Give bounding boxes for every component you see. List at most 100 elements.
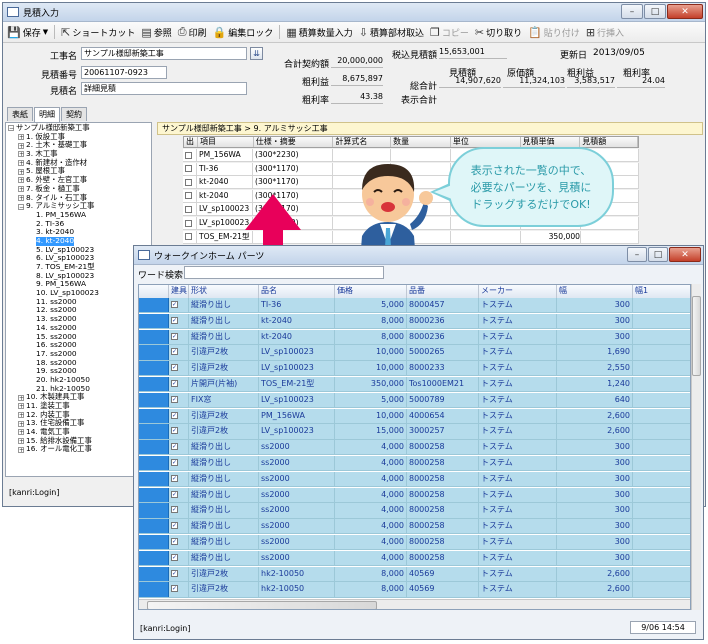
toolbar-button-3[interactable]: ⎙ 印刷 bbox=[178, 25, 207, 39]
checkbox[interactable]: ✓ bbox=[171, 364, 178, 372]
parts-cell-price[interactable]: 4,000 bbox=[335, 487, 407, 502]
parts-cell-code[interactable]: 40569 bbox=[407, 566, 479, 581]
parts-cell-name[interactable]: LV_sp100023 bbox=[259, 424, 335, 439]
parts-cell-code[interactable]: 8000258 bbox=[407, 456, 479, 471]
parts-grid[interactable]: 建具 形状 品名 価格 品番 メーカー幅幅1 ✓ 縦滑り出し TI-36 5,000 800045… bbox=[138, 284, 691, 610]
checkbox[interactable]: ✓ bbox=[171, 538, 178, 545]
row-header[interactable] bbox=[139, 440, 169, 455]
row-header[interactable] bbox=[139, 519, 169, 534]
parts-cell-name[interactable]: TI-36 bbox=[259, 298, 335, 313]
parts-cell-shape[interactable]: 引違戸2枚 bbox=[189, 361, 259, 376]
parts-cell-code[interactable]: 40569 bbox=[407, 582, 479, 597]
parts-row[interactable]: ✓ 片開戸(片袖) TOS_EM-21型 350,000 Tos1000EM21 トステム… bbox=[139, 377, 690, 393]
parts-cell-check[interactable]: ✓ bbox=[169, 329, 189, 344]
parts-row[interactable]: ✓ FIX窓 LV_sp100023 5,000 5000789 トステム 640 bbox=[139, 392, 690, 409]
row-header[interactable] bbox=[139, 487, 169, 502]
parts-cell-check[interactable]: ✓ bbox=[169, 535, 189, 550]
hscroll-thumb[interactable] bbox=[147, 601, 377, 609]
checkbox[interactable]: ✓ bbox=[171, 490, 178, 498]
parts-cell-width[interactable]: 2,550 bbox=[557, 361, 633, 376]
parts-cell-maker[interactable]: トステム bbox=[479, 456, 557, 471]
parts-cell-name[interactable]: ss2000 bbox=[259, 456, 335, 471]
expand-icon[interactable]: + bbox=[18, 394, 24, 401]
parts-cell-check[interactable]: ✓ bbox=[169, 392, 189, 408]
parts-cell-price[interactable]: 4,000 bbox=[335, 550, 407, 566]
parts-row[interactable]: ✓ 縦滑り出し ss2000 4,000 8000258 トステム 300 bbox=[139, 487, 690, 503]
checkbox[interactable]: ✓ bbox=[171, 522, 178, 530]
detail-col-header[interactable]: 単位 bbox=[451, 137, 521, 147]
parts-cell-code[interactable]: 8000457 bbox=[407, 298, 479, 313]
parts-cell-maker[interactable]: トステム bbox=[479, 424, 557, 439]
checkbox[interactable]: ✓ bbox=[171, 380, 178, 387]
parts-cell-code[interactable]: 8000233 bbox=[407, 361, 479, 376]
parts-cell-width1[interactable] bbox=[633, 409, 690, 423]
toolbar-button-7[interactable]: ❐ コピー bbox=[430, 26, 469, 39]
parts-cell-check[interactable]: ✓ bbox=[169, 424, 189, 439]
parts-cell-width[interactable]: 300 bbox=[557, 471, 633, 487]
expand-icon[interactable]: + bbox=[18, 134, 24, 141]
parts-row[interactable]: ✓ 引違戸2枚 PM_156WA 10,000 4000654 トステム 2,600 bbox=[139, 408, 690, 424]
parts-cell-check[interactable]: ✓ bbox=[169, 487, 189, 502]
tree-node[interactable]: 17. ss2000 bbox=[8, 349, 151, 359]
parts-cell-name[interactable]: kt-2040 bbox=[259, 329, 335, 344]
parts-cell-width1[interactable] bbox=[633, 582, 690, 596]
parts-cell-width1[interactable] bbox=[633, 567, 690, 581]
parts-col-header[interactable]: 品名 bbox=[259, 285, 335, 298]
minimize-button[interactable]: – bbox=[627, 247, 647, 262]
parts-cell-name[interactable]: ss2000 bbox=[259, 440, 335, 455]
parts-cell-width[interactable]: 1,240 bbox=[557, 377, 633, 392]
parts-cell-width1[interactable] bbox=[633, 314, 690, 328]
parts-cell-shape[interactable]: 縦滑り出し bbox=[189, 535, 259, 550]
parts-cell-width[interactable]: 2,600 bbox=[557, 408, 633, 423]
tree-node[interactable]: 3. kt-2040 bbox=[8, 228, 151, 237]
chevron-down-icon[interactable]: ▼ bbox=[43, 28, 48, 36]
detail-col-header[interactable]: 項目 bbox=[198, 137, 254, 147]
parts-cell-code[interactable]: 8000258 bbox=[407, 519, 479, 534]
row-header[interactable] bbox=[139, 313, 169, 329]
detail-cell-item[interactable]: kt-2040 bbox=[197, 176, 253, 189]
parts-cell-name[interactable]: ss2000 bbox=[259, 519, 335, 534]
parts-cell-shape[interactable]: 縦滑り出し bbox=[189, 519, 259, 534]
tree-node[interactable]: 13. ss2000 bbox=[8, 314, 151, 324]
parts-row[interactable]: ✓ 縦滑り出し TI-36 5,000 8000457 トステム 300 bbox=[139, 298, 690, 314]
tab-2[interactable]: 契約 bbox=[61, 107, 87, 121]
parts-cell-price[interactable]: 4,000 bbox=[335, 519, 407, 534]
checkbox[interactable] bbox=[185, 165, 192, 173]
parts-cell-width[interactable]: 300 bbox=[557, 535, 633, 550]
row-header[interactable] bbox=[139, 456, 169, 471]
row-header[interactable] bbox=[139, 471, 169, 487]
project-picker-button[interactable]: ⇊ bbox=[250, 47, 263, 60]
parts-cell-width1[interactable] bbox=[633, 519, 690, 533]
tree-node[interactable]: 16. ss2000 bbox=[8, 340, 151, 350]
parts-cell-name[interactable]: LV_sp100023 bbox=[259, 361, 335, 376]
checkbox[interactable] bbox=[185, 219, 192, 227]
detail-cell-check[interactable] bbox=[183, 217, 197, 229]
detail-cell-item[interactable]: TOS_EM-21型 bbox=[197, 230, 253, 243]
parts-cell-width1[interactable] bbox=[633, 345, 690, 359]
parts-cell-code[interactable]: 5000265 bbox=[407, 345, 479, 360]
parts-cell-code[interactable]: 8000258 bbox=[407, 503, 479, 518]
parts-cell-shape[interactable]: FIX窓 bbox=[189, 392, 259, 408]
checkbox[interactable] bbox=[185, 205, 192, 213]
parts-cell-width1[interactable] bbox=[633, 298, 690, 312]
tree-node[interactable]: +16. オール電化工事 bbox=[8, 445, 151, 454]
parts-cell-code[interactable]: 4000654 bbox=[407, 408, 479, 423]
detail-cell-check[interactable] bbox=[183, 203, 197, 216]
tree-node[interactable]: 11. ss2000 bbox=[8, 297, 151, 307]
detail-cell-price[interactable]: 350,000 bbox=[521, 230, 581, 243]
maximize-button[interactable]: □ bbox=[648, 247, 668, 262]
project-field[interactable]: サンプル様邸新築工事 bbox=[81, 47, 247, 60]
parts-cell-code[interactable]: 8000258 bbox=[407, 535, 479, 550]
toolbar-button-4[interactable]: 🔒 編集ロック bbox=[213, 26, 274, 39]
detail-col-header[interactable]: 数量 bbox=[391, 137, 451, 147]
parts-cell-width[interactable]: 300 bbox=[557, 298, 633, 313]
parts-cell-width[interactable]: 640 bbox=[557, 392, 633, 408]
parts-cell-name[interactable]: ss2000 bbox=[259, 550, 335, 566]
parts-cell-name[interactable]: kt-2040 bbox=[259, 313, 335, 329]
parts-cell-shape[interactable]: 引違戸2枚 bbox=[189, 345, 259, 360]
row-header[interactable] bbox=[139, 408, 169, 423]
parts-cell-check[interactable]: ✓ bbox=[169, 550, 189, 566]
row-header[interactable] bbox=[139, 503, 169, 518]
row-header[interactable] bbox=[139, 566, 169, 581]
parts-cell-maker[interactable]: トステム bbox=[479, 361, 557, 376]
